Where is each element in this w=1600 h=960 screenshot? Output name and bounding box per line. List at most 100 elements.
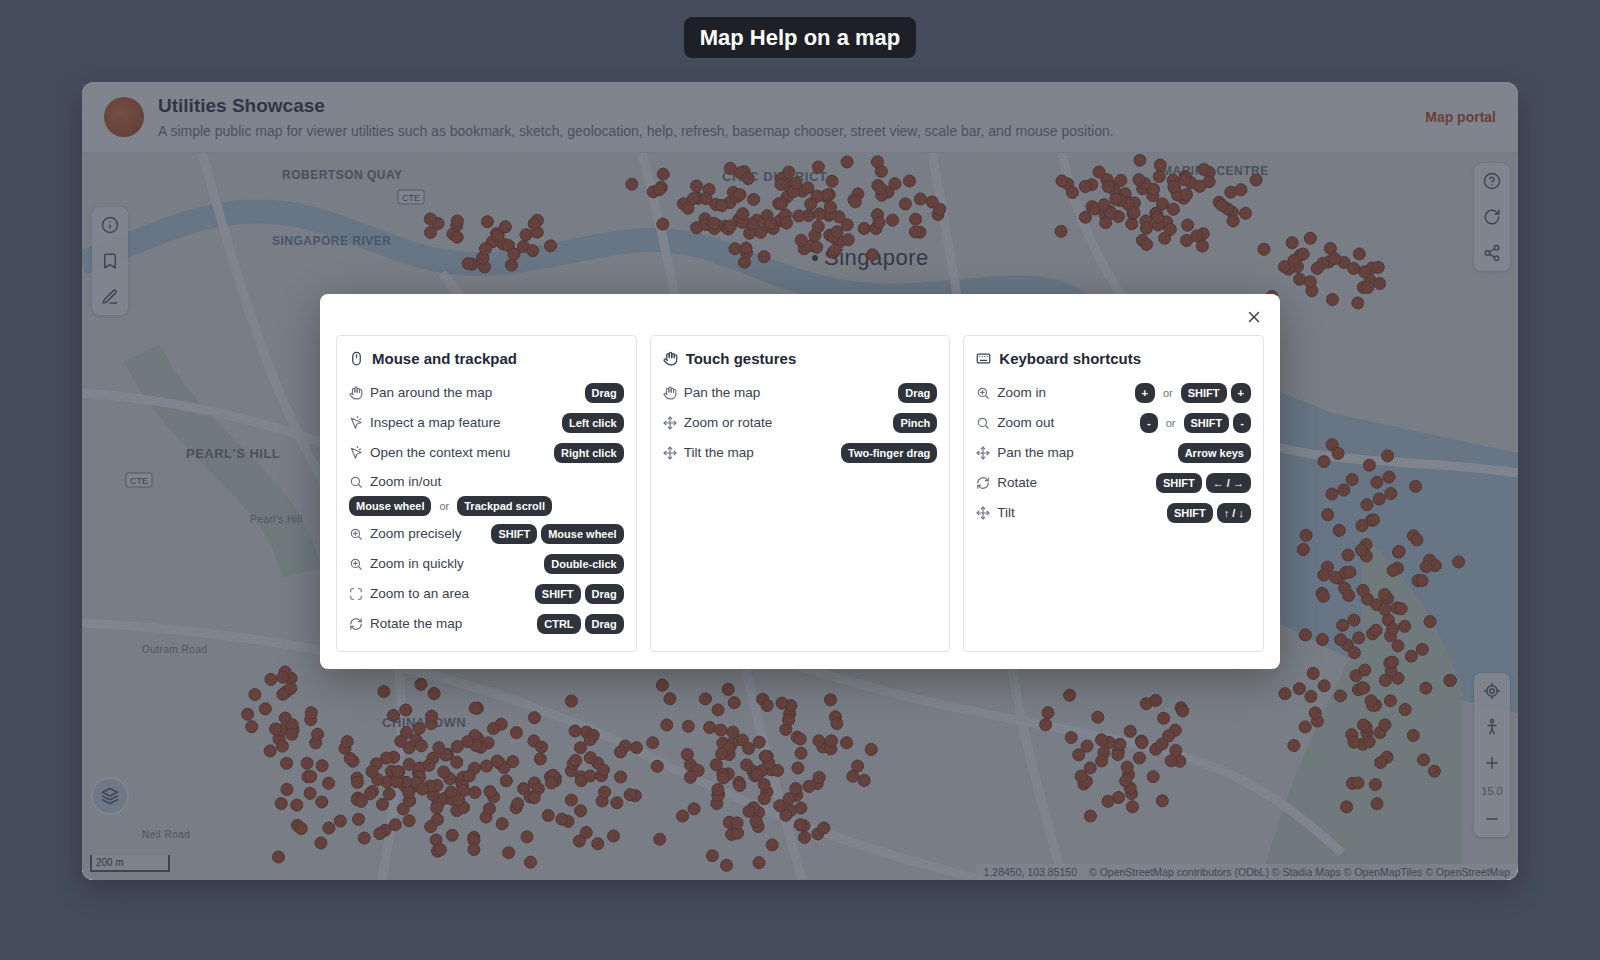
key-badge: SHIFT <box>1184 413 1230 433</box>
key-combo: -orSHIFT- <box>1140 413 1251 433</box>
row-label-group: Pan the map <box>976 445 1169 460</box>
key-badge: - <box>1233 413 1251 433</box>
key-combo: Left click <box>562 413 624 433</box>
row-label-group: Open the context menu <box>349 445 546 460</box>
key-combo: SHIFT↑ / ↓ <box>1167 503 1251 523</box>
separator: or <box>435 500 453 512</box>
key-badge: Drag <box>585 614 624 634</box>
key-badge: SHIFT <box>1167 503 1213 523</box>
pointer-icon <box>349 416 363 430</box>
row-label: Rotate the map <box>370 616 462 631</box>
move-icon <box>976 506 990 520</box>
row-label-group: Tilt the map <box>663 445 833 460</box>
search-icon <box>976 416 990 430</box>
help-row: Pan around the mapDrag <box>349 378 624 408</box>
row-label-group: Pan around the map <box>349 385 577 400</box>
section-header: Mouse and trackpad <box>349 348 624 370</box>
help-row: Pan the map Arrow keys <box>976 438 1251 468</box>
key-combo: Arrow keys <box>1178 443 1251 463</box>
key-combo: Right click <box>554 443 624 463</box>
key-combo: SHIFTMouse wheel <box>491 524 623 544</box>
area-icon <box>349 587 363 601</box>
key-combo: SHIFT← / → <box>1156 473 1251 493</box>
row-label: Rotate <box>997 475 1037 490</box>
keyboard-icon <box>976 351 991 366</box>
help-row: Pan the map Drag <box>663 378 938 408</box>
row-label: Zoom precisely <box>370 526 462 541</box>
key-badge: Drag <box>898 383 937 403</box>
row-label: Pan the map <box>684 385 761 400</box>
row-label: Inspect a map feature <box>370 415 501 430</box>
pointer-icon <box>349 446 363 460</box>
row-label-group: Rotate <box>976 475 1148 490</box>
key-badge: CTRL <box>537 614 580 634</box>
key-combo: Mouse wheel or Trackpad scroll <box>349 496 552 516</box>
zoom-in-icon <box>349 557 363 571</box>
key-combo: SHIFTDrag <box>535 584 624 604</box>
key-badge: Left click <box>562 413 624 433</box>
key-combo: CTRLDrag <box>537 614 623 634</box>
key-badge: + <box>1231 383 1251 403</box>
key-badge: SHIFT <box>1181 383 1227 403</box>
hand-icon <box>663 351 678 366</box>
zoom-in-icon <box>349 527 363 541</box>
key-combo: +orSHIFT+ <box>1135 383 1251 403</box>
row-label-group: Rotate the map <box>349 616 529 631</box>
help-row: Rotate SHIFT← / → <box>976 468 1251 498</box>
key-badge: Right click <box>554 443 624 463</box>
modal-backdrop[interactable]: Mouse and trackpadPan around the mapDrag… <box>82 82 1518 880</box>
move-icon <box>976 446 990 460</box>
key-combo: Pinch <box>893 413 937 433</box>
section-header: Keyboard shortcuts <box>976 348 1251 370</box>
help-row: Zoom precisely SHIFTMouse wheel <box>349 519 624 549</box>
search-icon <box>349 475 363 489</box>
row-label-group: Zoom or rotate <box>663 415 886 430</box>
help-section: Touch gestures Pan the map Drag Zoom or rot… <box>650 335 951 652</box>
help-row: Zoom out -orSHIFT- <box>976 408 1251 438</box>
key-badge: Trackpad scroll <box>457 496 552 516</box>
hand-icon <box>663 386 677 400</box>
key-badge: Arrow keys <box>1178 443 1251 463</box>
close-button[interactable] <box>1242 305 1266 329</box>
help-row: Tilt the map Two-finger drag <box>663 438 938 468</box>
help-row: Tilt SHIFT↑ / ↓ <box>976 498 1251 528</box>
row-label-group: Zoom out <box>976 415 1132 430</box>
zoom-in-icon <box>976 386 990 400</box>
key-badge: Double-click <box>544 554 623 574</box>
row-label-group: Pan the map <box>663 385 891 400</box>
key-combo: Double-click <box>544 554 623 574</box>
mouse-icon <box>349 351 364 366</box>
row-label: Pan the map <box>997 445 1074 460</box>
row-label: Open the context menu <box>370 445 510 460</box>
key-badge: SHIFT <box>1156 473 1202 493</box>
help-row: Zoom to an area SHIFTDrag <box>349 579 624 609</box>
help-sections: Mouse and trackpadPan around the mapDrag… <box>336 335 1264 652</box>
key-badge: + <box>1135 383 1155 403</box>
move-icon <box>663 446 677 460</box>
key-badge: Mouse wheel <box>541 524 623 544</box>
separator: or <box>1159 387 1177 399</box>
key-combo: Two-finger drag <box>841 443 937 463</box>
help-dialog: Mouse and trackpadPan around the mapDrag… <box>320 294 1280 669</box>
row-label-group: Tilt <box>976 505 1159 520</box>
key-badge: SHIFT <box>535 584 581 604</box>
map-viewer: Utilities ShowcaseA simple public map fo… <box>82 82 1518 880</box>
help-row: Zoom in/out Mouse wheel or Trackpad scroll <box>349 468 624 519</box>
row-label-group: Zoom in/out <box>349 468 441 496</box>
help-row: Zoom in quicklyDouble-click <box>349 549 624 579</box>
help-section: Mouse and trackpadPan around the mapDrag… <box>336 335 637 652</box>
row-label: Zoom to an area <box>370 586 469 601</box>
row-label: Zoom in <box>997 385 1046 400</box>
key-badge: ← / → <box>1206 473 1251 493</box>
rotate-icon <box>976 476 990 490</box>
row-label-group: Zoom in <box>976 385 1126 400</box>
section-title: Keyboard shortcuts <box>999 350 1141 367</box>
key-badge: - <box>1140 413 1158 433</box>
section-title: Touch gestures <box>686 350 797 367</box>
help-row: Rotate the map CTRLDrag <box>349 609 624 639</box>
row-label-group: Zoom precisely <box>349 526 483 541</box>
key-badge: Mouse wheel <box>349 496 431 516</box>
row-label-group: Zoom to an area <box>349 586 527 601</box>
row-label: Zoom in/out <box>370 474 441 489</box>
key-badge: Two-finger drag <box>841 443 937 463</box>
